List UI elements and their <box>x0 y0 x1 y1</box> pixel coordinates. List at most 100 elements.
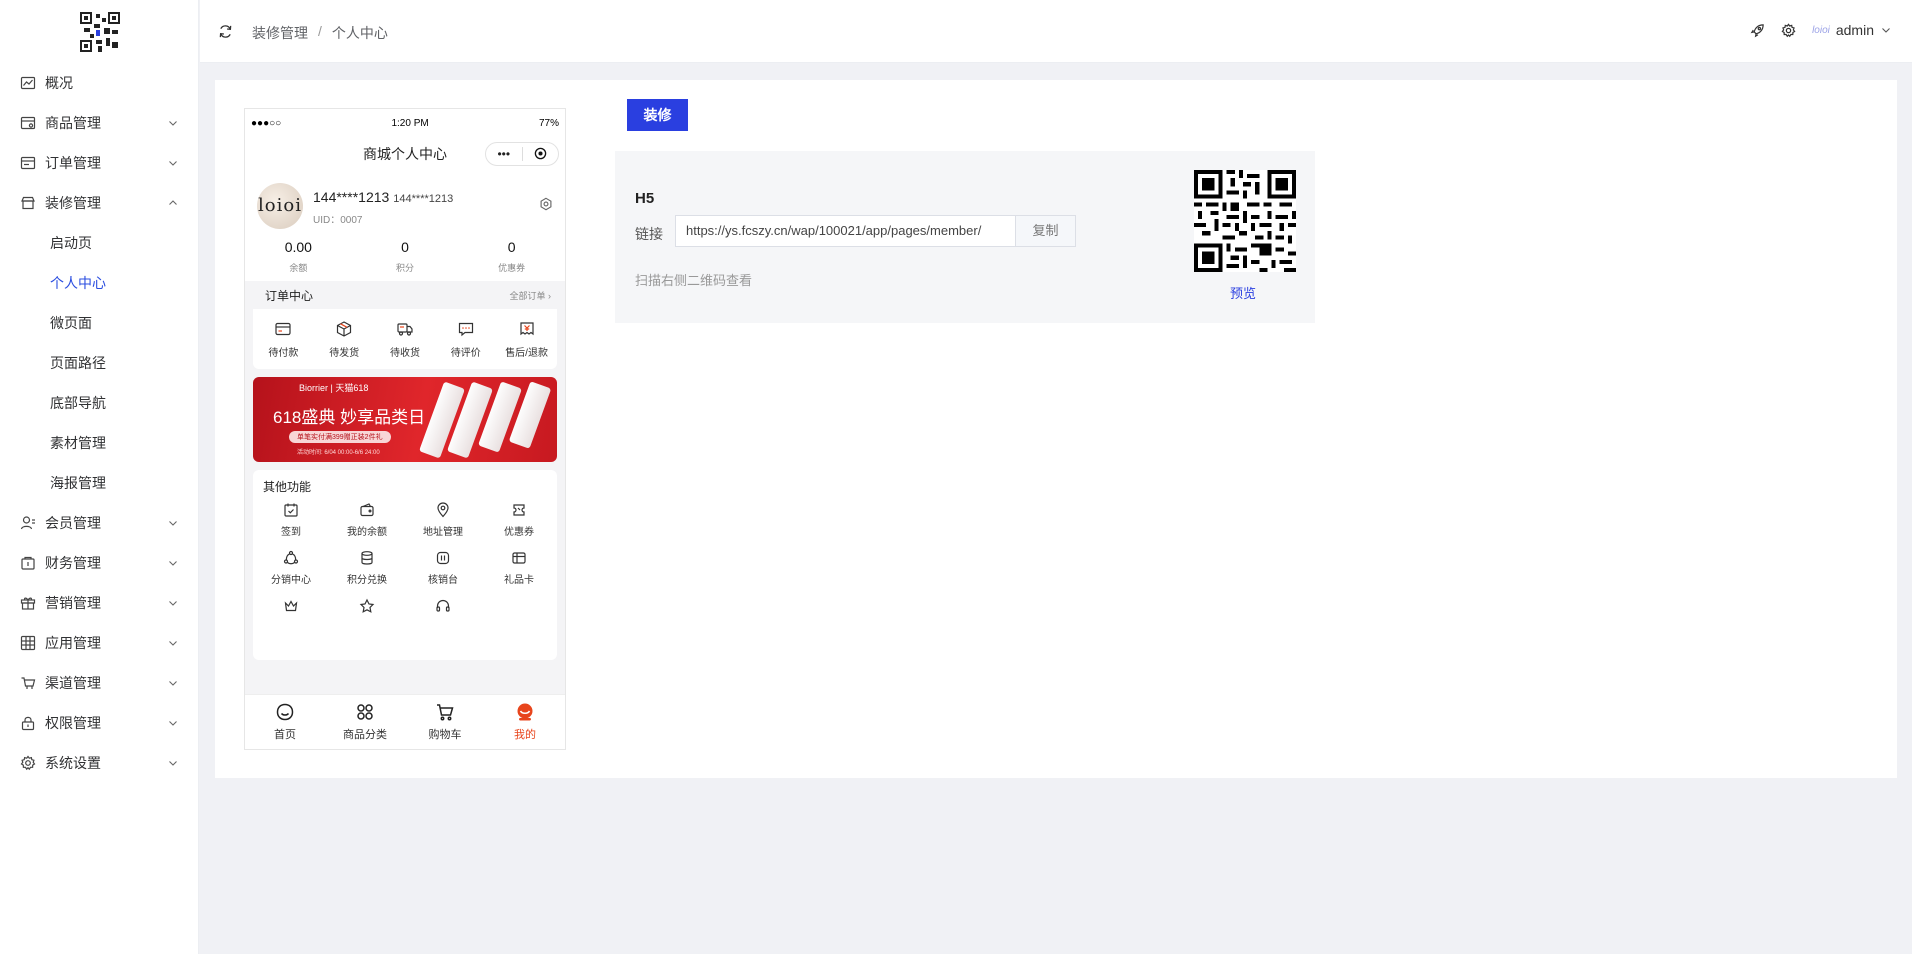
sidebar-sub-item[interactable]: 底部导航 <box>0 383 199 423</box>
func-sign-in[interactable]: 签到 <box>253 502 329 538</box>
settings-icon[interactable] <box>539 197 553 211</box>
sidebar-item-label: 权限管理 <box>45 715 101 731</box>
sidebar-sub-item-active[interactable]: 个人中心 <box>0 263 199 303</box>
chevron-down-icon <box>169 601 177 606</box>
sidebar-sub-item[interactable]: 微页面 <box>0 303 199 343</box>
link-label: 链接 <box>635 226 663 242</box>
chevron-down-icon <box>169 121 177 126</box>
func-label: 优惠券 <box>504 527 534 538</box>
close-circle-icon[interactable] <box>523 142 559 167</box>
all-orders-link[interactable]: 全部订单 › <box>510 289 552 302</box>
rocket-icon[interactable] <box>1750 23 1765 38</box>
func-label: 我的余额 <box>347 527 387 538</box>
sidebar-item-apps[interactable]: 应用管理 <box>0 623 199 663</box>
gift-card-icon <box>512 552 526 564</box>
func-distribution[interactable]: 分销中心 <box>253 550 329 586</box>
mini-program-capsule[interactable]: ••• <box>485 142 559 166</box>
sidebar-item-goods[interactable]: 商品管理 <box>0 103 199 143</box>
func-coupons[interactable]: 优惠券 <box>481 502 557 538</box>
user-avatar[interactable]: loioi <box>257 183 303 229</box>
sidebar-sub-item[interactable]: 页面路径 <box>0 343 199 383</box>
database-icon <box>361 551 373 565</box>
refresh-icon[interactable] <box>218 24 233 39</box>
preview-link[interactable]: 预览 <box>1230 283 1256 302</box>
chevron-down-icon <box>169 641 177 646</box>
order-after-sales[interactable]: 售后/退款 <box>496 309 557 369</box>
sidebar-item-overview[interactable]: 概况 <box>0 63 199 103</box>
sidebar-item-decor[interactable]: 装修管理 <box>0 183 199 223</box>
func-more-2[interactable] <box>329 598 405 614</box>
func-points-exchange[interactable]: 积分兑换 <box>329 550 405 586</box>
promo-banner[interactable]: Biorrier | 天猫618 618盛典 妙享品类日 单笔实付满399赠正装… <box>253 377 557 462</box>
phone-status-bar: ●●●○○ 1:20 PM 77% <box>245 109 565 137</box>
more-icon[interactable]: ••• <box>486 143 522 165</box>
order-to-ship[interactable]: 待发货 <box>314 309 375 369</box>
stat-balance[interactable]: 0.00 余额 <box>245 239 352 274</box>
sidebar-item-settings[interactable]: 系统设置 <box>0 743 199 783</box>
func-verification[interactable]: 核销台 <box>405 550 481 586</box>
copy-button[interactable]: 复制 <box>1015 215 1076 247</box>
status-time: 1:20 PM <box>391 117 429 129</box>
sidebar-item-label: 概况 <box>45 75 73 91</box>
stat-points[interactable]: 0 积分 <box>352 239 459 274</box>
order-label: 待发货 <box>329 347 360 359</box>
lock-icon <box>20 715 36 731</box>
func-label: 核销台 <box>428 575 458 586</box>
sidebar-item-permissions[interactable]: 权限管理 <box>0 703 199 743</box>
sidebar-item-label: 渠道管理 <box>45 675 101 691</box>
calendar-check-icon <box>284 503 298 517</box>
sidebar-item-label: 会员管理 <box>45 515 101 531</box>
sidebar-item-finance[interactable]: 财务管理 <box>0 543 199 583</box>
top-header: 装修管理 / 个人中心 loioi admin <box>200 0 1912 63</box>
sidebar-menu: 概况 商品管理 订单管理 装修管理 启动页 个人中心 微页面 页面路径 底部导航… <box>0 63 199 783</box>
func-more-1[interactable] <box>253 598 329 614</box>
tab-label: 首页 <box>274 729 296 741</box>
other-functions: 其他功能 签到 我的余额 地址管理 优惠券 分销中心 积分兑换 核销台 礼品卡 <box>253 470 557 660</box>
user-active-icon <box>517 703 533 721</box>
tab-cart[interactable]: 购物车 <box>405 695 485 749</box>
phone-tabbar: 首页 商品分类 购物车 我的 <box>245 694 565 749</box>
func-address[interactable]: 地址管理 <box>405 502 481 538</box>
tab-category[interactable]: 商品分类 <box>325 695 405 749</box>
order-to-receive[interactable]: 待收货 <box>375 309 436 369</box>
comment-icon <box>458 322 473 336</box>
stat-value: 0.00 <box>284 239 312 255</box>
tab-home[interactable]: 首页 <box>245 695 325 749</box>
banner-headline: 618盛典 妙享品类日 <box>273 408 426 427</box>
breadcrumb-item[interactable]: 装修管理 <box>252 23 308 43</box>
sidebar-item-channels[interactable]: 渠道管理 <box>0 663 199 703</box>
sidebar-item-orders[interactable]: 订单管理 <box>0 143 199 183</box>
link-input[interactable]: https://ys.fcszy.cn/wap/100021/app/pages… <box>675 215 1016 247</box>
stat-coupons[interactable]: 0 优惠券 <box>458 239 565 274</box>
order-pending-payment[interactable]: 待付款 <box>253 309 314 369</box>
other-functions-grid: 签到 我的余额 地址管理 优惠券 分销中心 积分兑换 核销台 礼品卡 <box>253 502 557 614</box>
phone-nav-title: 商城个人中心 <box>363 146 447 162</box>
sidebar-item-label: 财务管理 <box>45 555 101 571</box>
sidebar-sub-item[interactable]: 素材管理 <box>0 423 199 463</box>
func-gift-card[interactable]: 礼品卡 <box>481 550 557 586</box>
order-to-review[interactable]: 待评价 <box>435 309 496 369</box>
sidebar-item-label: 系统设置 <box>45 755 101 771</box>
headset-icon <box>436 599 450 612</box>
stat-label: 余额 <box>289 263 308 273</box>
decorate-button[interactable]: 装修 <box>627 99 688 131</box>
func-more-3[interactable] <box>405 598 481 614</box>
func-label: 地址管理 <box>423 527 463 538</box>
func-balance[interactable]: 我的余额 <box>329 502 405 538</box>
sidebar-item-marketing[interactable]: 营销管理 <box>0 583 199 623</box>
tab-mine[interactable]: 我的 <box>485 695 565 749</box>
banner-time: 活动时间: 6/04 00:00-6/6 24:00 <box>297 450 380 456</box>
grid-icon <box>20 635 36 651</box>
shop-icon <box>20 195 36 211</box>
func-label: 礼品卡 <box>504 575 534 586</box>
sidebar-sub-item[interactable]: 海报管理 <box>0 463 199 503</box>
header-actions: loioi admin <box>1750 22 1892 38</box>
sidebar-sub-item[interactable]: 启动页 <box>0 223 199 263</box>
sidebar-item-members[interactable]: 会员管理 <box>0 503 199 543</box>
settings-icon[interactable] <box>1781 22 1796 38</box>
goods-icon <box>20 115 36 131</box>
chevron-down-icon <box>169 561 177 566</box>
func-label: 签到 <box>281 527 301 538</box>
user-menu[interactable]: loioi admin <box>1812 22 1892 38</box>
cart-icon <box>437 704 454 721</box>
